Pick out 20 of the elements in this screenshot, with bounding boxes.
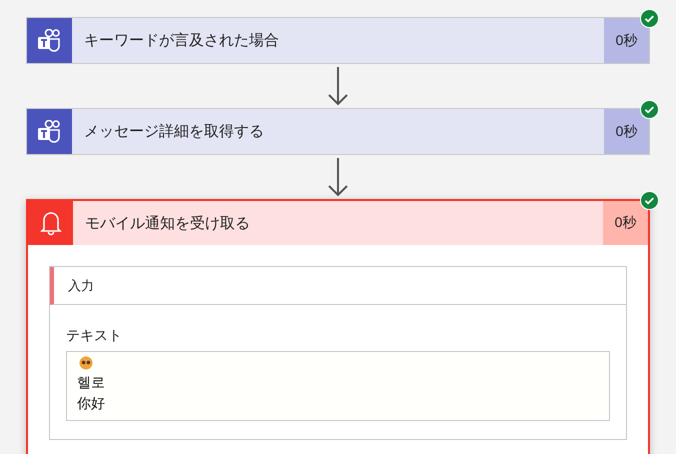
action-card[interactable]: モバイル通知を受け取る 0秒 入力 テキスト 헬로 你好 [26, 199, 650, 454]
step-title: モバイル通知を受け取る [85, 214, 250, 232]
teams-icon [36, 28, 62, 52]
text-field[interactable]: 헬로 你好 [66, 351, 610, 421]
emoji-icon [79, 356, 93, 370]
field-text: 헬로 [77, 373, 105, 392]
teams-icon [36, 120, 62, 144]
duration-label: 0秒 [604, 18, 649, 63]
section-header[interactable]: 入力 [50, 267, 626, 305]
down-arrow [327, 157, 349, 197]
action-card[interactable]: キーワードが言及された場合 0秒 [26, 17, 650, 64]
bell-icon [40, 210, 62, 236]
duration-label: 0秒 [604, 109, 649, 154]
action-card[interactable]: メッセージ詳細を取得する 0秒 [26, 108, 650, 155]
field-label: テキスト [66, 327, 123, 345]
step-title: メッセージ詳細を取得する [84, 122, 264, 141]
step-title: キーワードが言及された場合 [84, 31, 279, 50]
field-text: 你好 [77, 394, 105, 413]
down-arrow [327, 66, 349, 106]
duration-label: 0秒 [603, 201, 648, 245]
